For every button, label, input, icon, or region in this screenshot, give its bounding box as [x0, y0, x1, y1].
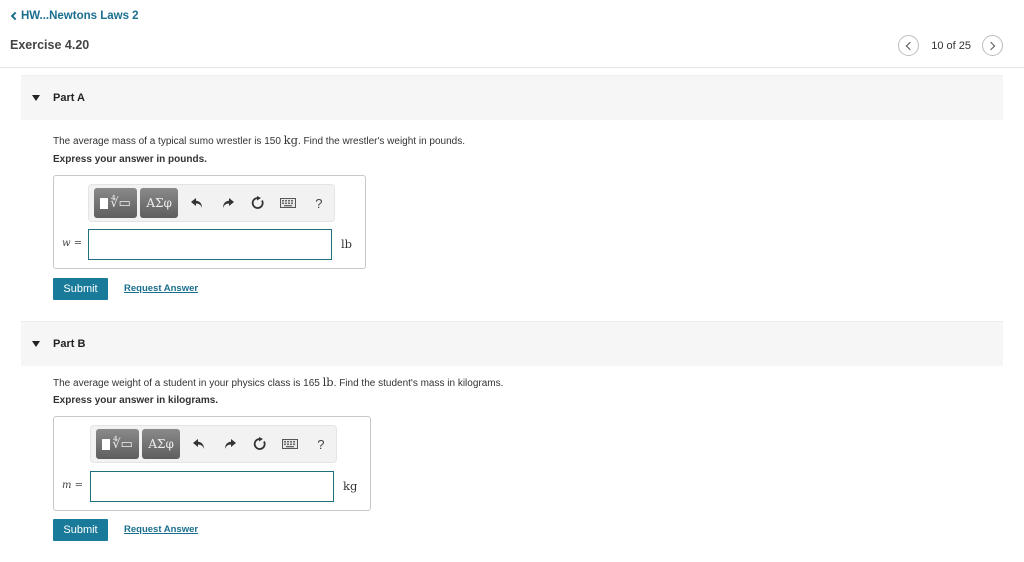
header-divider [0, 67, 1024, 68]
chevron-left-icon [905, 41, 915, 50]
part-b-instruction: Express your answer in kilograms. [53, 395, 219, 406]
templates-button[interactable]: ∜▭ [96, 429, 140, 459]
caret-down-icon [32, 95, 40, 101]
question-text-end: . Find the student's mass in kilograms. [333, 378, 504, 389]
question-unit: kg [283, 133, 298, 147]
breadcrumb-label: HW...Newtons Laws 2 [21, 10, 139, 22]
part-a-label: Part A [53, 92, 85, 104]
chevron-right-icon [986, 41, 996, 50]
template-square-icon [100, 197, 109, 209]
part-b-answer-input[interactable] [90, 471, 334, 502]
part-a-submit-button[interactable]: Submit [53, 278, 108, 300]
reset-button[interactable] [243, 188, 273, 218]
part-a-instruction: Express your answer in pounds. [53, 154, 207, 165]
page-title: Exercise 4.20 [10, 38, 90, 52]
greek-symbols-button[interactable]: ΑΣφ [140, 188, 179, 218]
pager-count: 10 of 25 [931, 39, 971, 52]
template-square-icon [102, 438, 111, 450]
part-a-header[interactable]: Part A [21, 75, 1003, 120]
part-a-request-answer-link[interactable]: Request Answer [124, 283, 198, 294]
previous-exercise-button[interactable] [898, 35, 920, 56]
part-a-answer-input[interactable] [88, 229, 332, 260]
radical-icon: ∜▭ [110, 195, 131, 211]
help-button[interactable]: ? [304, 188, 334, 218]
reset-icon [251, 196, 264, 209]
redo-button[interactable] [215, 429, 245, 459]
keyboard-icon [280, 198, 297, 208]
pager: 10 of 25 [898, 35, 1003, 56]
math-toolbar: ∜▭ ΑΣφ ? [90, 425, 337, 463]
greek-symbols-button[interactable]: ΑΣφ [142, 429, 181, 459]
reset-button[interactable] [245, 429, 275, 459]
redo-button[interactable] [213, 188, 243, 218]
next-exercise-button[interactable] [982, 35, 1003, 56]
part-b-answer-box: ∜▭ ΑΣφ ? m = kg [53, 416, 371, 511]
keyboard-icon [282, 439, 299, 449]
reset-icon [253, 437, 266, 450]
help-button[interactable]: ? [306, 429, 336, 459]
undo-icon [193, 438, 205, 449]
question-unit: lb [322, 375, 334, 389]
part-a-question: The average mass of a typical sumo wrest… [53, 133, 465, 147]
radical-icon: ∜▭ [112, 436, 133, 452]
part-a-answer-box: ∜▭ ΑΣφ ? w = lb [53, 175, 366, 269]
question-text: The average weight of a student in your … [53, 378, 323, 389]
variable-label: m = [62, 480, 84, 491]
question-text-end: . Find the wrestler's weight in pounds. [298, 136, 465, 147]
undo-button[interactable] [182, 188, 212, 218]
undo-button[interactable] [184, 429, 214, 459]
math-toolbar: ∜▭ ΑΣφ ? [88, 184, 335, 222]
variable-label: w = [62, 238, 83, 249]
part-b-submit-button[interactable]: Submit [53, 519, 108, 541]
part-b-request-answer-link[interactable]: Request Answer [124, 524, 198, 535]
question-text: The average mass of a typical sumo wrest… [53, 136, 284, 147]
unit-label: kg [343, 479, 358, 493]
breadcrumb-back-link[interactable]: HW...Newtons Laws 2 [10, 10, 139, 22]
part-b-question: The average weight of a student in your … [53, 375, 503, 389]
part-b-header[interactable]: Part B [21, 321, 1003, 366]
keyboard-button[interactable] [273, 188, 303, 218]
part-b-label: Part B [53, 338, 86, 350]
redo-icon [224, 438, 236, 449]
redo-icon [222, 197, 234, 208]
keyboard-button[interactable] [275, 429, 305, 459]
undo-icon [191, 197, 203, 208]
unit-label: lb [341, 237, 353, 251]
templates-button[interactable]: ∜▭ [94, 188, 138, 218]
caret-down-icon [32, 341, 40, 347]
chevron-left-icon [10, 11, 20, 21]
